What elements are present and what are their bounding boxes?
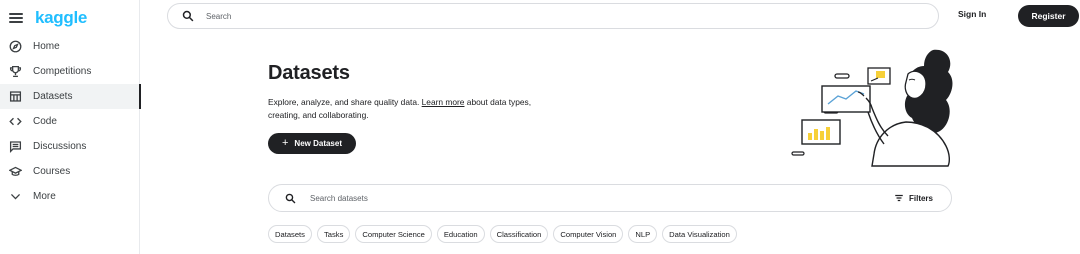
- sidebar-header: kaggle: [9, 8, 87, 28]
- chip-data-visualization[interactable]: Data Visualization: [662, 225, 737, 243]
- sidebar-item-label: Home: [33, 41, 60, 52]
- dataset-search-bar[interactable]: Filters: [268, 184, 952, 212]
- sign-in-button[interactable]: Sign In: [958, 9, 986, 19]
- filters-label: Filters: [908, 193, 933, 203]
- topic-chips: Datasets Tasks Computer Science Educatio…: [268, 225, 737, 243]
- sidebar-item-discussions[interactable]: Discussions: [0, 134, 140, 159]
- compass-icon: [8, 40, 22, 54]
- sidebar-item-datasets[interactable]: Datasets: [0, 84, 141, 109]
- sidebar-item-label: Datasets: [33, 91, 73, 102]
- sidebar-item-label: Courses: [33, 166, 71, 177]
- sidebar-item-label: More: [33, 191, 56, 202]
- sidebar-item-competitions[interactable]: Competitions: [0, 59, 140, 84]
- code-icon: [8, 115, 22, 129]
- chip-classification[interactable]: Classification: [489, 225, 549, 243]
- global-search-bar[interactable]: [167, 3, 939, 29]
- sidebar-item-label: Discussions: [33, 141, 87, 152]
- chip-computer-science[interactable]: Computer Science: [355, 225, 432, 243]
- trophy-icon: [8, 65, 22, 79]
- sidebar-item-courses[interactable]: Courses: [0, 159, 140, 184]
- plus-icon: +: [281, 137, 289, 149]
- sidebar-nav: Home Competitions Datasets Code Discussi…: [0, 34, 141, 209]
- new-dataset-label: New Dataset: [294, 139, 342, 148]
- search-icon: [182, 10, 194, 22]
- menu-icon[interactable]: [9, 11, 23, 25]
- search-input[interactable]: [204, 10, 888, 22]
- chevron-down-icon: [8, 190, 22, 204]
- new-dataset-button[interactable]: + New Dataset: [268, 133, 356, 154]
- chip-computer-vision[interactable]: Computer Vision: [553, 225, 624, 243]
- graduation-cap-icon: [8, 165, 22, 179]
- kaggle-logo[interactable]: kaggle: [35, 8, 87, 28]
- description-text: Explore, analyze, and share quality data…: [268, 97, 422, 107]
- page-title: Datasets: [268, 62, 350, 84]
- chip-education[interactable]: Education: [436, 225, 485, 243]
- datasets-illustration: [791, 49, 953, 167]
- sidebar: kaggle Home Competitions Datasets Code D…: [0, 0, 141, 254]
- comment-icon: [8, 140, 22, 154]
- learn-more-link[interactable]: Learn more: [422, 97, 465, 107]
- chip-tasks[interactable]: Tasks: [316, 225, 351, 243]
- chip-datasets[interactable]: Datasets: [268, 225, 312, 243]
- page-description: Explore, analyze, and share quality data…: [268, 96, 558, 121]
- register-button[interactable]: Register: [1018, 5, 1079, 27]
- sidebar-item-label: Code: [33, 116, 57, 127]
- sidebar-item-home[interactable]: Home: [0, 34, 140, 59]
- search-icon: [285, 193, 296, 203]
- sidebar-item-code[interactable]: Code: [0, 109, 140, 134]
- sidebar-item-label: Competitions: [33, 66, 92, 77]
- dataset-search-input[interactable]: [308, 192, 852, 204]
- filters-button[interactable]: Filters: [894, 193, 933, 203]
- sidebar-item-more[interactable]: More: [0, 184, 140, 209]
- filter-icon: [895, 194, 903, 202]
- table-icon: [8, 90, 22, 104]
- chip-nlp[interactable]: NLP: [628, 225, 658, 243]
